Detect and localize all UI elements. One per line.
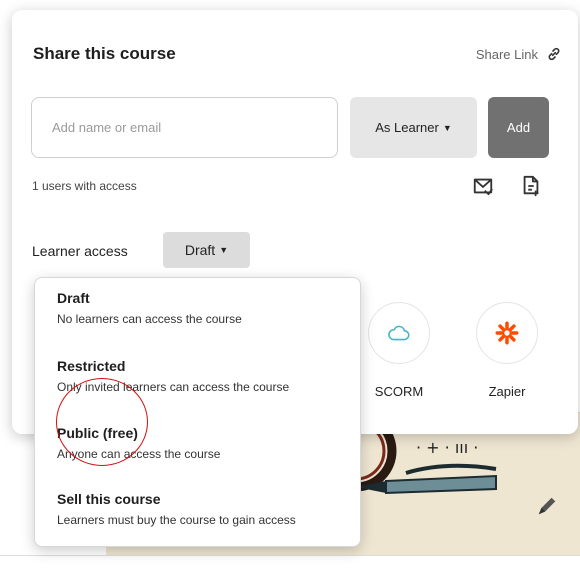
- access-level-dropdown[interactable]: Draft ▼: [163, 232, 250, 268]
- option-title: Draft: [57, 290, 90, 306]
- menu-option-public[interactable]: Public (free) Anyone can access the cour…: [57, 425, 357, 461]
- zapier-icon: [495, 321, 519, 345]
- share-link-label: Share Link: [475, 46, 538, 62]
- option-description: Learners must buy the course to gain acc…: [57, 513, 296, 527]
- link-icon: [548, 47, 560, 61]
- users-count-text: 1 users with access: [32, 179, 137, 193]
- menu-option-restricted[interactable]: Restricted Only invited learners can acc…: [57, 358, 357, 394]
- chevron-down-icon: ▼: [219, 245, 229, 255]
- option-title: Sell this course: [57, 491, 161, 507]
- option-description: Anyone can access the course: [57, 447, 221, 461]
- name-email-input[interactable]: [31, 97, 338, 158]
- role-label: As Learner: [375, 120, 439, 135]
- page-divider: [0, 555, 580, 556]
- option-title: Public (free): [57, 425, 138, 441]
- export-document-icon[interactable]: [520, 175, 542, 197]
- modal-title: Share this course: [33, 44, 176, 63]
- learner-access-label: Learner access: [32, 243, 128, 259]
- menu-option-sell[interactable]: Sell this course Learners must buy the c…: [57, 491, 357, 527]
- zapier-label: Zapier: [488, 384, 526, 399]
- scorm-label: SCORM: [374, 384, 424, 399]
- edit-pencil-icon[interactable]: [536, 495, 558, 517]
- menu-option-draft[interactable]: Draft No learners can access the course: [57, 290, 357, 326]
- option-description: Only invited learners can access the cou…: [57, 380, 290, 394]
- option-title: Restricted: [57, 358, 126, 374]
- chevron-down-icon: ▼: [442, 122, 452, 133]
- email-envelope-icon[interactable]: [472, 175, 494, 197]
- cloud-icon: [388, 325, 410, 341]
- pen-sketch-illustration: · + · ııı ·: [346, 421, 497, 495]
- access-level-value: Draft: [184, 242, 216, 258]
- option-description: No learners can access the course: [57, 312, 242, 326]
- zapier-icon-circle: [476, 302, 538, 364]
- scorm-icon-circle: [368, 302, 430, 364]
- add-button[interactable]: Add: [488, 97, 549, 158]
- integration-zapier[interactable]: Zapier: [467, 302, 547, 399]
- access-level-menu: Draft No learners can access the course …: [34, 277, 361, 547]
- integration-scorm[interactable]: SCORM: [359, 302, 439, 399]
- svg-text:· + · ııı ·: · + · ııı ·: [416, 438, 478, 457]
- role-select-button[interactable]: As Learner ▼: [350, 97, 477, 158]
- share-link-button[interactable]: Share Link: [476, 46, 562, 62]
